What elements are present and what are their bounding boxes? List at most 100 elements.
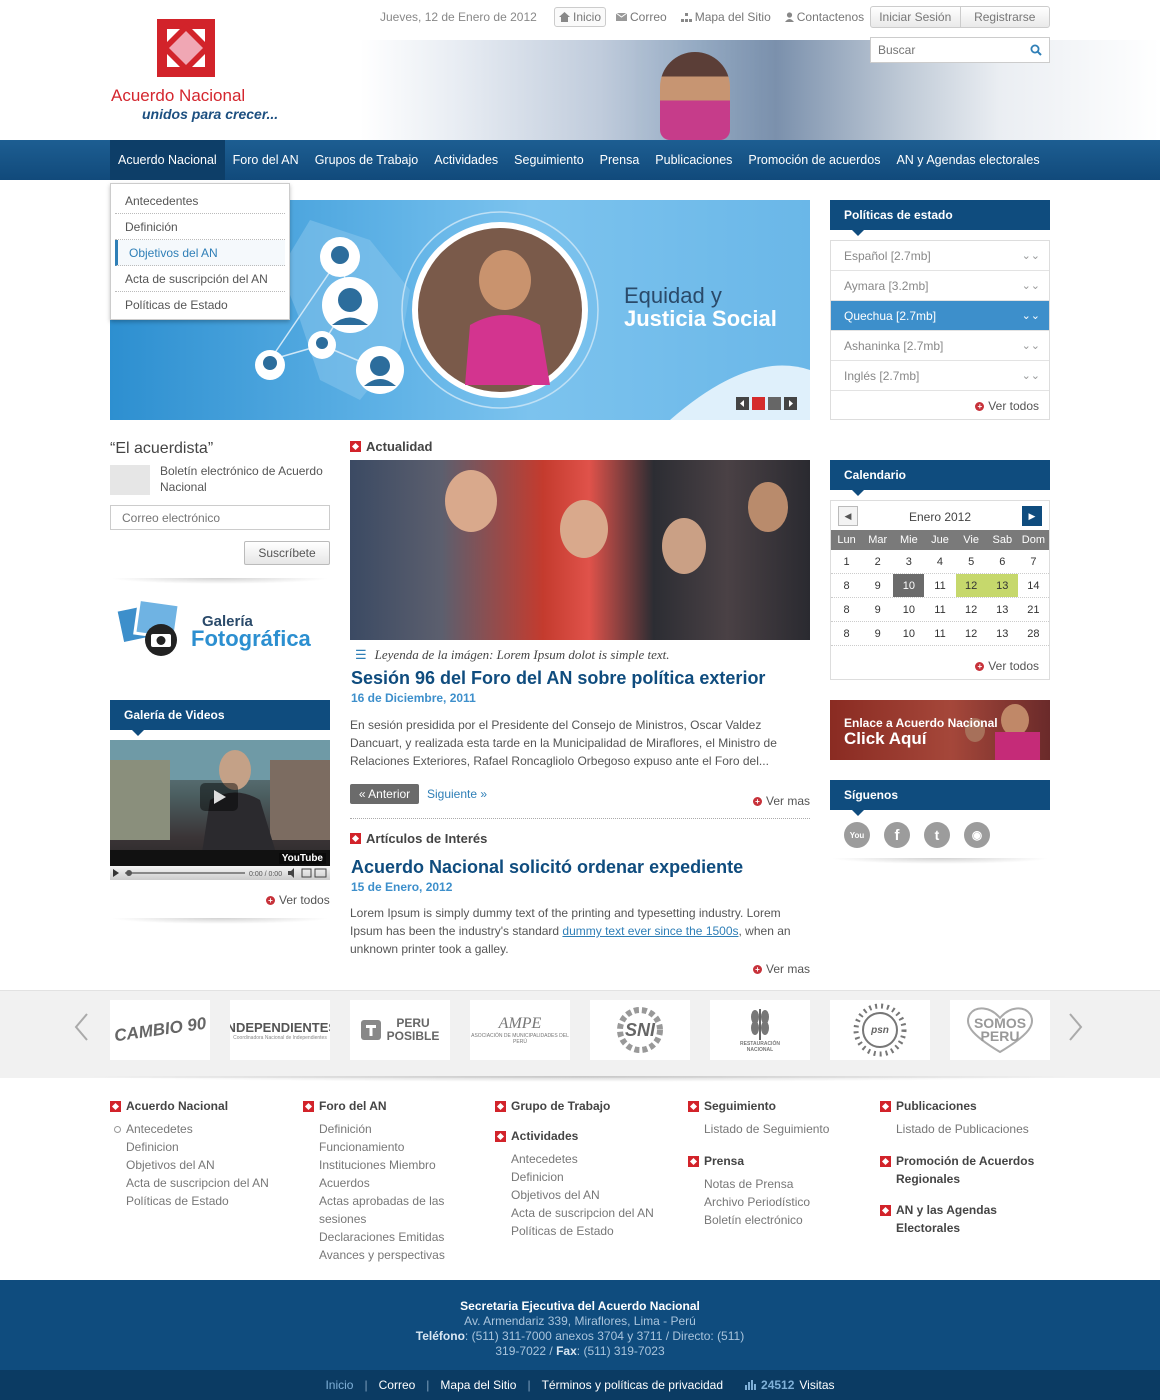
calendar-day[interactable]: 14	[1018, 574, 1049, 597]
twitter-icon[interactable]: t	[924, 822, 950, 848]
calendar-day[interactable]: 13	[986, 574, 1018, 597]
banner-next-button[interactable]	[784, 397, 797, 410]
facebook-icon[interactable]: f	[884, 822, 910, 848]
policy-item-ingles[interactable]: Inglés [2.7mb] ⌄⌄	[831, 361, 1049, 391]
footer-link[interactable]: Definicion	[511, 1168, 654, 1186]
footer-link[interactable]: Listado de Publicaciones	[896, 1120, 1040, 1138]
partner-logo-restauracion[interactable]: RESTAURACIÓN NACIONAL	[710, 1000, 810, 1060]
footer-link[interactable]: Listado de Seguimiento	[704, 1120, 829, 1138]
footer-heading[interactable]: Seguimiento	[688, 1097, 829, 1115]
search-icon[interactable]	[1030, 44, 1042, 56]
footer-link[interactable]: Instituciones Miembro	[319, 1156, 473, 1174]
calendar-day[interactable]: 9	[862, 622, 893, 645]
calendar-day[interactable]: 3	[893, 550, 924, 573]
article-read-more-link[interactable]: + Ver mas	[753, 962, 810, 976]
banner-dot-2[interactable]	[768, 397, 781, 410]
footer-heading[interactable]: Actividades	[495, 1127, 654, 1145]
calendar-day[interactable]: 21	[1018, 598, 1049, 621]
footer-link[interactable]: Funcionamiento	[319, 1138, 473, 1156]
next-news-link[interactable]: Siguiente »	[427, 787, 487, 801]
policy-item-espanol[interactable]: Español [2.7mb] ⌄⌄	[831, 241, 1049, 271]
play-button[interactable]	[200, 783, 238, 811]
footer-link-terminos[interactable]: Términos y políticas de privacidad	[542, 1378, 723, 1392]
email-field[interactable]	[111, 506, 329, 529]
calendar-day[interactable]: 12	[955, 574, 987, 597]
footer-link[interactable]: Objetivos del AN	[511, 1186, 654, 1204]
footer-heading[interactable]: AN y las Agendas Electorales	[880, 1201, 1040, 1237]
footer-heading[interactable]: Prensa	[688, 1152, 829, 1170]
video-controls-bar[interactable]: 0:00 / 0:00	[110, 866, 330, 880]
policy-item-quechua[interactable]: Quechua [2.7mb] ⌄⌄	[831, 301, 1049, 331]
nav-item-grupos[interactable]: Grupos de Trabajo	[307, 140, 427, 180]
mail-link[interactable]: Correo	[612, 7, 671, 27]
nav-item-prensa[interactable]: Prensa	[592, 140, 648, 180]
partner-logo-ampe[interactable]: AMPE ASOCIACIÓN DE MUNICIPALIDADES DEL PE…	[470, 1000, 570, 1060]
calendar-day[interactable]: 5	[956, 550, 987, 573]
news-title[interactable]: Sesión 96 del Foro del AN sobre política…	[351, 668, 765, 689]
banner-prev-button[interactable]	[736, 397, 749, 410]
news-photo[interactable]	[350, 460, 810, 640]
footer-link[interactable]: Acuerdos	[319, 1174, 473, 1192]
footer-heading[interactable]: Grupo de Trabajo	[495, 1097, 654, 1115]
login-button[interactable]: Iniciar Sesión	[871, 7, 960, 27]
youtube-icon[interactable]: You	[844, 822, 870, 848]
footer-link[interactable]: Objetivos del AN	[126, 1156, 269, 1174]
acuerdo-nacional-logo-icon[interactable]	[157, 19, 215, 77]
calendar-see-all-link[interactable]: + Ver todos	[975, 659, 1039, 673]
footer-link-mapa[interactable]: Mapa del Sitio	[440, 1378, 516, 1392]
article-title[interactable]: Acuerdo Nacional solicitó ordenar expedi…	[351, 857, 743, 878]
nav-item-actividades[interactable]: Actividades	[426, 140, 506, 180]
register-button[interactable]: Registrarse	[959, 7, 1050, 27]
calendar-day[interactable]: 10	[893, 598, 924, 621]
partner-logo-sni[interactable]: SNI	[590, 1000, 690, 1060]
partners-next-arrow[interactable]	[1068, 1012, 1084, 1048]
footer-link[interactable]: Definición	[319, 1120, 473, 1138]
dropdown-item-antecedentes[interactable]: Antecedentes	[115, 188, 285, 214]
calendar-day[interactable]: 13	[987, 598, 1018, 621]
partner-logo-independientes[interactable]: INDEPENDIENTESCoordinadora Nacional de I…	[230, 1000, 330, 1060]
dropdown-item-acta[interactable]: Acta de suscripción del AN	[115, 266, 285, 292]
calendar-day[interactable]: 12	[956, 598, 987, 621]
nav-item-agendas[interactable]: AN y Agendas electorales	[888, 140, 1047, 180]
footer-link[interactable]: Notas de Prensa	[704, 1175, 829, 1193]
partners-prev-arrow[interactable]	[73, 1012, 89, 1048]
calendar-day[interactable]: 11	[924, 574, 955, 597]
footer-link[interactable]: Archivo Periodístico	[704, 1193, 829, 1211]
footer-link-correo[interactable]: Correo	[379, 1378, 416, 1392]
footer-link[interactable]: Políticas de Estado	[511, 1222, 654, 1240]
calendar-day[interactable]: 8	[831, 622, 862, 645]
calendar-day[interactable]: 9	[862, 574, 893, 597]
logo-name[interactable]: Acuerdo Nacional	[111, 86, 245, 106]
calendar-next-button[interactable]: ▶	[1022, 506, 1042, 526]
footer-heading[interactable]: Promoción de Acuerdos Regionales	[880, 1152, 1040, 1188]
calendar-day[interactable]: 28	[1018, 622, 1049, 645]
calendar-day[interactable]: 10	[893, 574, 925, 597]
video-player[interactable]: YouTube 0:00 / 0:00	[110, 740, 330, 880]
nav-item-acuerdo-nacional[interactable]: Acuerdo Nacional	[110, 140, 225, 180]
footer-heading[interactable]: Foro del AN	[303, 1097, 473, 1115]
footer-link[interactable]: Definicion	[126, 1138, 269, 1156]
calendar-day[interactable]: 10	[893, 622, 924, 645]
calendar-day[interactable]: 8	[831, 598, 862, 621]
videos-see-all-link[interactable]: + Ver todos	[266, 893, 330, 907]
calendar-day[interactable]: 11	[924, 622, 955, 645]
calendar-day[interactable]: 6	[987, 550, 1018, 573]
nav-item-foro[interactable]: Foro del AN	[225, 140, 307, 180]
calendar-day[interactable]: 7	[1018, 550, 1049, 573]
calendar-day[interactable]: 13	[987, 622, 1018, 645]
partner-logo-somos-peru[interactable]: SOMOS PERU	[950, 1000, 1050, 1060]
news-read-more-link[interactable]: + Ver mas	[753, 794, 810, 808]
policy-item-ashaninka[interactable]: Ashaninka [2.7mb] ⌄⌄	[831, 331, 1049, 361]
previous-news-button[interactable]: « Anterior	[350, 784, 419, 804]
contact-link[interactable]: Contactenos	[781, 7, 868, 27]
sitemap-link[interactable]: Mapa del Sitio	[677, 7, 775, 27]
article-inline-link[interactable]: dummy text ever since the 1500s	[562, 924, 738, 938]
policies-see-all-link[interactable]: + Ver todos	[975, 399, 1039, 413]
calendar-day[interactable]: 11	[924, 598, 955, 621]
footer-link[interactable]: Políticas de Estado	[126, 1192, 269, 1210]
footer-link[interactable]: Antecedetes	[114, 1120, 269, 1138]
partner-logo-cambio90[interactable]: CAMBIO 90	[110, 1000, 210, 1060]
calendar-day[interactable]: 1	[831, 550, 862, 573]
footer-link[interactable]: Boletín electrónico	[704, 1211, 829, 1229]
footer-heading[interactable]: Acuerdo Nacional	[110, 1097, 269, 1115]
